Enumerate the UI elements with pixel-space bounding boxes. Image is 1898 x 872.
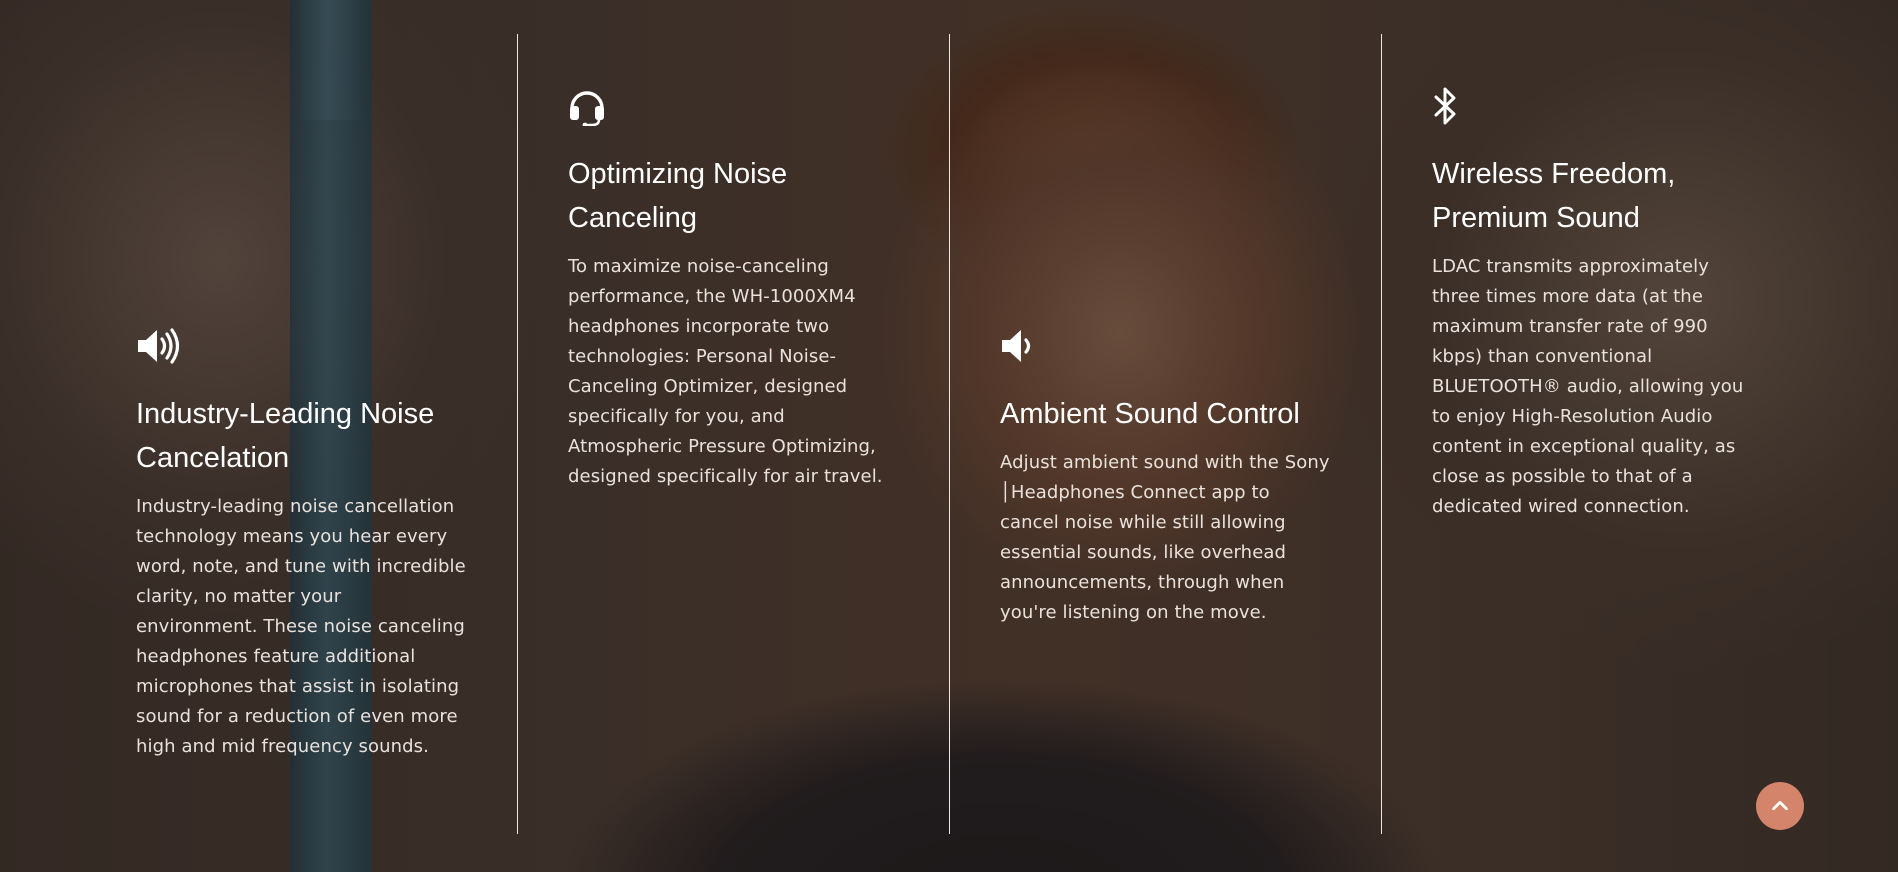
feature-noise-cancelation: Industry-Leading Noise Cancelation Indus… [136, 326, 466, 762]
speaker-loud-icon [136, 326, 182, 366]
features-section: Industry-Leading Noise Cancelation Indus… [0, 0, 1898, 872]
feature-title: Optimizing Noise Canceling [568, 158, 788, 234]
feature-description: LDAC transmits approximately three times… [1432, 256, 1744, 517]
column-divider [949, 34, 950, 834]
feature-title: Industry-Leading Noise Cancelation [136, 398, 435, 474]
feature-title: Ambient Sound Control [1000, 398, 1300, 430]
speaker-low-icon [1000, 326, 1046, 366]
feature-description: To maximize noise-canceling performance,… [568, 256, 883, 487]
back-to-top-button[interactable] [1756, 782, 1804, 830]
feature-description: Adjust ambient sound with the Sony │Head… [1000, 452, 1330, 623]
feature-description: Industry-leading noise cancellation tech… [136, 496, 466, 757]
feature-wireless-freedom: Wireless Freedom, Premium Sound LDAC tra… [1432, 86, 1762, 522]
feature-optimizing-noise-canceling: Optimizing Noise Canceling To maximize n… [568, 86, 898, 492]
column-divider [517, 34, 518, 834]
chevron-up-icon [1772, 800, 1788, 811]
headset-icon [568, 86, 614, 128]
bluetooth-icon [1432, 86, 1478, 126]
feature-title: Wireless Freedom, Premium Sound [1432, 158, 1676, 234]
feature-ambient-sound-control: Ambient Sound Control Adjust ambient sou… [1000, 326, 1330, 628]
column-divider [1381, 34, 1382, 834]
